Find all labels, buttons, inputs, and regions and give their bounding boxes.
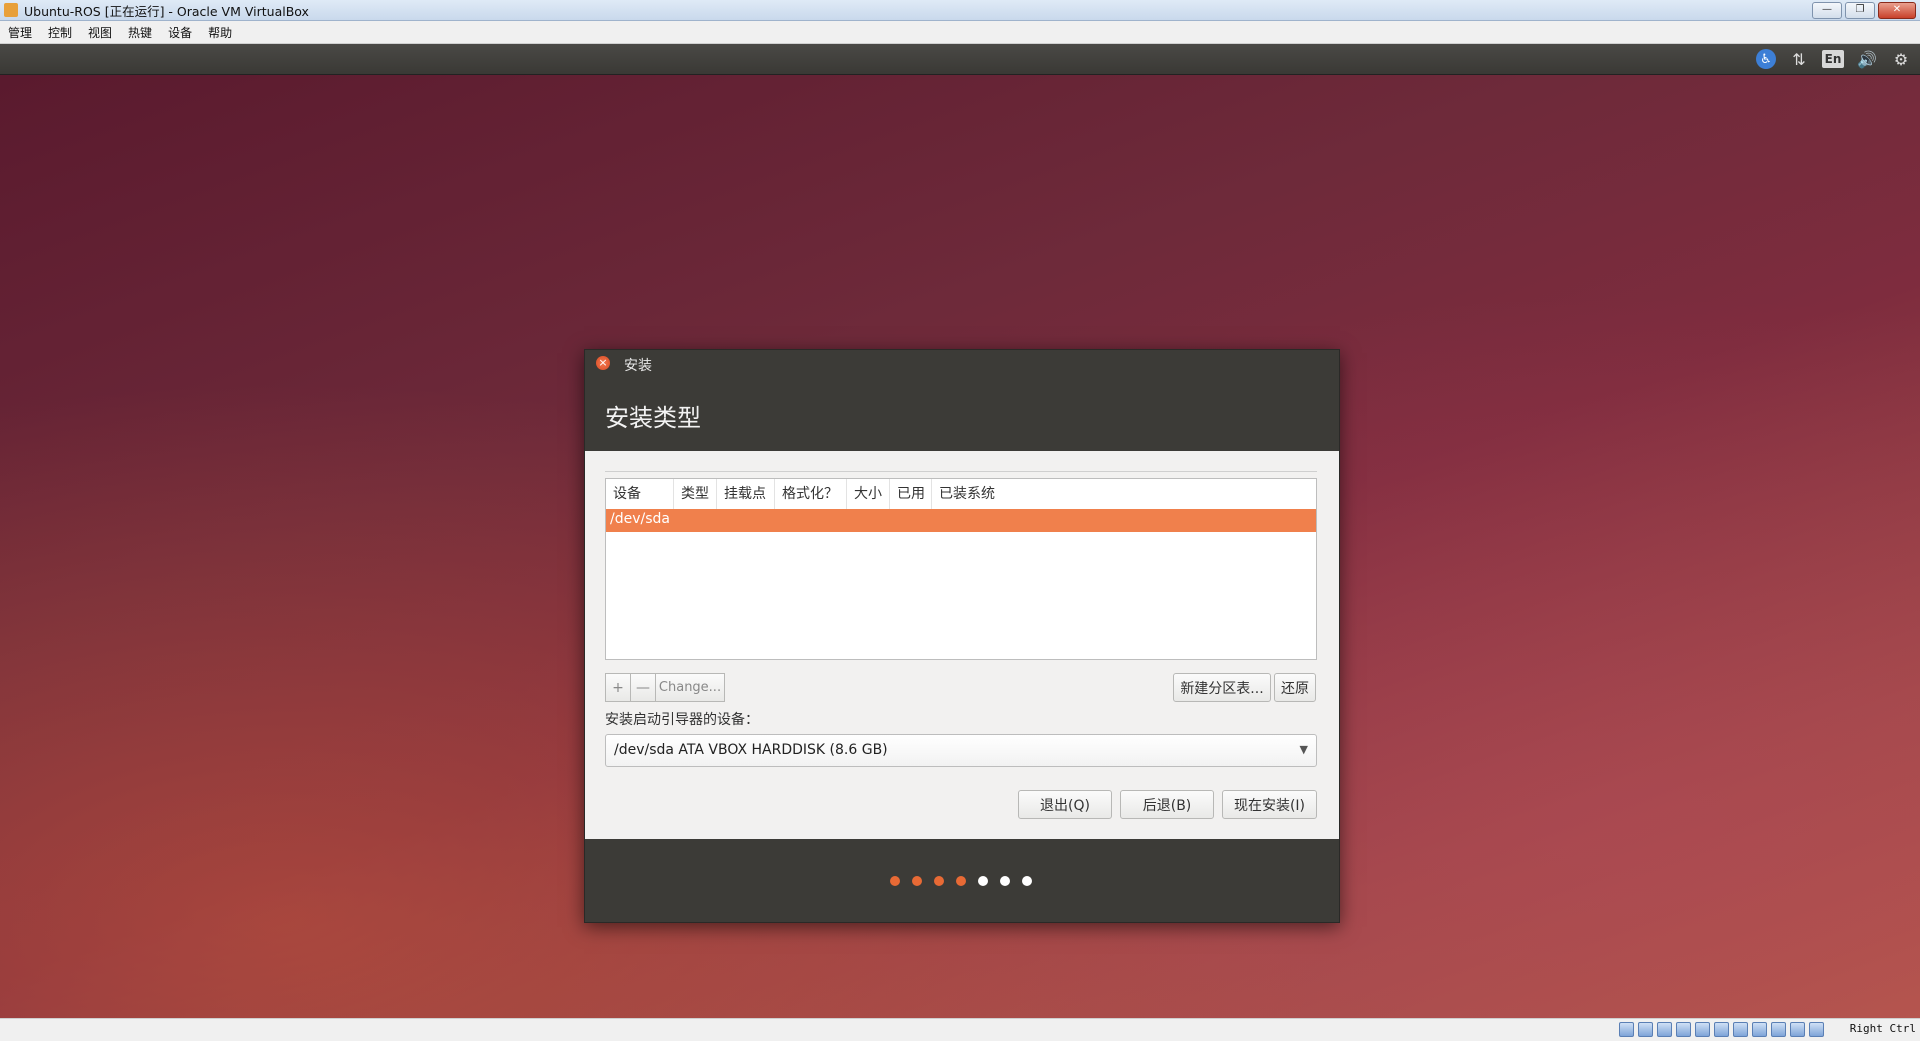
bootloader-label: 安装启动引导器的设备： [605, 712, 759, 728]
keyboard-capture-icon[interactable] [1809, 1022, 1824, 1037]
menu-control[interactable]: 控制 [40, 24, 80, 41]
dialog-footer [585, 839, 1339, 922]
dialog-header: × 安装 安装类型 [585, 350, 1339, 451]
change-partition-button[interactable]: Change... [655, 673, 725, 702]
column-size[interactable]: 大小 [847, 479, 890, 509]
network-icon[interactable]: ⇅ [1788, 48, 1810, 70]
progress-dot [890, 876, 900, 886]
host-menu-bar: 管理 控制 视图 热键 设备 帮助 [0, 21, 1920, 44]
host-window-title: Ubuntu-ROS [正在运行] - Oracle VM VirtualBox [24, 3, 309, 19]
progress-dot [978, 876, 988, 886]
bootloader-device-select[interactable]: /dev/sda ATA VBOX HARDDISK (8.6 GB) ▼ [605, 734, 1317, 767]
status-icons [1619, 1022, 1824, 1037]
settings-gear-icon[interactable]: ⚙ [1890, 48, 1912, 70]
new-partition-table-button[interactable]: 新建分区表... [1173, 673, 1271, 702]
keyboard-language-indicator[interactable]: En [1822, 50, 1844, 68]
host-title-bar: Ubuntu-ROS [正在运行] - Oracle VM VirtualBox… [0, 0, 1920, 21]
host-key-label: Right Ctrl [1849, 1022, 1916, 1035]
menu-view[interactable]: 视图 [80, 24, 120, 41]
shared-folder-icon[interactable] [1714, 1022, 1729, 1037]
progress-dot [934, 876, 944, 886]
progress-dot [1022, 876, 1032, 886]
optical-drive-icon[interactable] [1638, 1022, 1653, 1037]
host-window-controls: — ❐ ✕ [1812, 2, 1916, 19]
minimize-button[interactable]: — [1812, 2, 1842, 19]
page-title: 安装类型 [605, 404, 701, 432]
add-partition-button[interactable]: + [605, 673, 631, 702]
installer-dialog: × 安装 安装类型 设备 类型 挂载点 格式化？ 大小 已用 已装系统 /dev… [584, 349, 1340, 923]
progress-dot [912, 876, 922, 886]
menu-hotkeys[interactable]: 热键 [120, 24, 160, 41]
table-row[interactable]: /dev/sda [606, 509, 1316, 532]
progress-dot [1000, 876, 1010, 886]
bootloader-selected-value: /dev/sda ATA VBOX HARDDISK (8.6 GB) [614, 742, 888, 758]
guest-desktop: × 安装 安装类型 设备 类型 挂载点 格式化？ 大小 已用 已装系统 /dev… [0, 75, 1920, 1018]
menu-devices[interactable]: 设备 [160, 24, 200, 41]
column-format[interactable]: 格式化？ [775, 479, 847, 509]
menu-help[interactable]: 帮助 [200, 24, 240, 41]
dialog-body: 设备 类型 挂载点 格式化？ 大小 已用 已装系统 /dev/sda + — C… [585, 451, 1339, 839]
sound-icon[interactable]: 🔊 [1856, 48, 1878, 70]
display-icon[interactable] [1733, 1022, 1748, 1037]
column-mount-point[interactable]: 挂载点 [717, 479, 775, 509]
panel-indicators: ♿ ⇅ En 🔊 ⚙ [1756, 48, 1912, 70]
column-type[interactable]: 类型 [674, 479, 717, 509]
install-now-button[interactable]: 现在安装(I) [1222, 790, 1317, 819]
remove-partition-button[interactable]: — [630, 673, 656, 702]
mouse-integration-icon[interactable] [1790, 1022, 1805, 1037]
host-status-bar: Right Ctrl [0, 1018, 1920, 1041]
column-device[interactable]: 设备 [606, 479, 674, 509]
dialog-close-icon[interactable]: × [596, 356, 610, 370]
row-device-name: /dev/sda [610, 511, 670, 527]
column-used[interactable]: 已用 [890, 479, 932, 509]
column-installed-system[interactable]: 已装系统 [932, 479, 1316, 509]
back-button[interactable]: 后退(B) [1120, 790, 1214, 819]
table-header: 设备 类型 挂载点 格式化？ 大小 已用 已装系统 [606, 479, 1316, 510]
hard-disk-icon[interactable] [1619, 1022, 1634, 1037]
network-adapter-icon[interactable] [1676, 1022, 1691, 1037]
close-button[interactable]: ✕ [1878, 2, 1916, 19]
accessibility-icon[interactable]: ♿ [1756, 49, 1776, 69]
partition-table[interactable]: 设备 类型 挂载点 格式化？ 大小 已用 已装系统 /dev/sda [605, 478, 1317, 660]
revert-button[interactable]: 还原 [1274, 673, 1316, 702]
guest-top-panel: ♿ ⇅ En 🔊 ⚙ [0, 44, 1920, 75]
video-capture-icon[interactable] [1752, 1022, 1767, 1037]
usb-icon[interactable] [1695, 1022, 1710, 1037]
audio-icon[interactable] [1657, 1022, 1672, 1037]
cpu-icon[interactable] [1771, 1022, 1786, 1037]
restore-button[interactable]: ❐ [1845, 2, 1875, 19]
chevron-down-icon: ▼ [1299, 743, 1308, 756]
progress-dot [956, 876, 966, 886]
virtualbox-app-icon [4, 3, 18, 17]
menu-manage[interactable]: 管理 [0, 24, 40, 41]
quit-button[interactable]: 退出(Q) [1018, 790, 1112, 819]
progress-dots [890, 876, 1032, 886]
divider [605, 471, 1317, 472]
dialog-window-title: 安装 [624, 358, 652, 374]
